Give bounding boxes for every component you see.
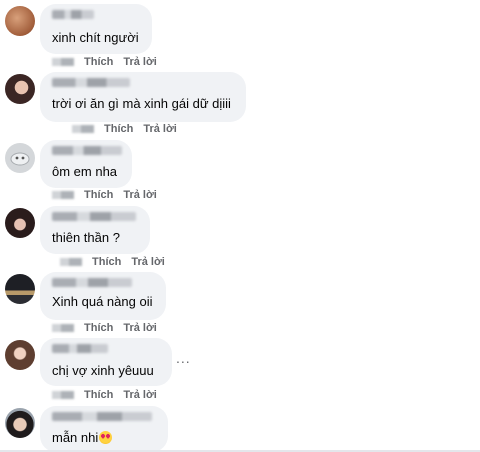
like-button[interactable]: Thích	[92, 256, 121, 268]
comment-text: xinh chít người	[52, 30, 139, 45]
commenter-name[interactable]	[52, 278, 132, 287]
comment-text: trời ơi ăn gì mà xinh gái dữ dịiii	[52, 96, 231, 111]
comment-bubble: chị vợ xinh yêuuu	[40, 338, 172, 386]
avatar[interactable]	[5, 340, 35, 370]
comment-text: chị vợ xinh yêuuu	[52, 363, 154, 378]
like-button[interactable]: Thích	[104, 123, 133, 135]
comment-text: Xinh quá nàng oii	[52, 294, 153, 309]
comment-bubble: mẫn nhi	[40, 406, 168, 452]
star-struck-emoji-icon	[99, 431, 113, 444]
comment-text-content: mẫn nhi	[52, 430, 99, 445]
comment-actions: Thích Trả lời	[52, 389, 167, 401]
reply-button[interactable]: Trả lời	[123, 389, 157, 401]
avatar[interactable]	[5, 274, 35, 304]
like-button[interactable]: Thích	[84, 389, 113, 401]
reply-button[interactable]: Trả lời	[123, 56, 157, 68]
comment-actions: Thích Trả lời	[52, 56, 167, 68]
more-options-icon[interactable]: ...	[176, 350, 191, 366]
timestamp	[52, 391, 74, 400]
comment-text: thiên thần ?	[52, 230, 120, 245]
comment-text: ôm em nha	[52, 164, 118, 179]
timestamp	[52, 191, 74, 200]
reply-button[interactable]: Trả lời	[123, 189, 157, 201]
commenter-name[interactable]	[52, 212, 136, 221]
reply-button[interactable]: Trả lời	[131, 256, 165, 268]
timestamp	[60, 258, 82, 267]
avatar[interactable]	[5, 408, 35, 438]
commenter-name[interactable]	[52, 412, 152, 421]
comment-actions: Thích Trả lời	[52, 189, 167, 201]
commenter-name[interactable]	[52, 344, 108, 353]
avatar[interactable]	[5, 208, 35, 238]
commenter-name[interactable]	[52, 10, 94, 19]
comment-bubble: Xinh quá nàng oii	[40, 272, 166, 320]
like-button[interactable]: Thích	[84, 189, 113, 201]
comment-text: mẫn nhi	[52, 430, 113, 446]
avatar[interactable]	[5, 74, 35, 104]
commenter-name[interactable]	[52, 78, 130, 87]
comment-bubble: ôm em nha	[40, 140, 132, 188]
avatar[interactable]	[5, 143, 35, 173]
timestamp	[52, 58, 74, 67]
comment-actions: Thích Trả lời	[60, 256, 175, 268]
timestamp	[72, 125, 94, 134]
reply-button[interactable]: Trả lời	[143, 123, 177, 135]
reply-button[interactable]: Trả lời	[123, 322, 157, 334]
comment-actions: Thích Trả lời	[52, 322, 167, 334]
default-avatar-icon	[10, 152, 30, 166]
avatar[interactable]	[5, 6, 35, 36]
timestamp	[52, 324, 74, 333]
comment-bubble: thiên thần ?	[40, 206, 150, 254]
comment-bubble: trời ơi ăn gì mà xinh gái dữ dịiii	[40, 72, 246, 122]
commenter-name[interactable]	[52, 146, 122, 155]
like-button[interactable]: Thích	[84, 322, 113, 334]
comment-bubble: xinh chít người	[40, 4, 152, 54]
like-button[interactable]: Thích	[84, 56, 113, 68]
comment-actions: Thích Trả lời	[72, 123, 187, 135]
